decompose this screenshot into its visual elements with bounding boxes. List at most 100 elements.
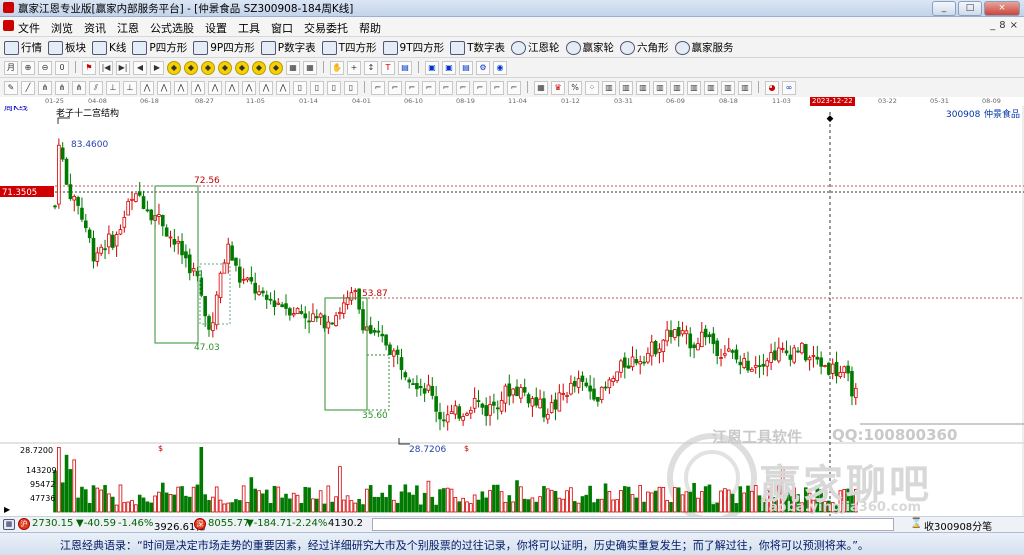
tools-icon[interactable]: ⚙ <box>476 61 490 75</box>
fan6-tool-icon[interactable]: ⋀ <box>225 81 239 95</box>
fan4-tool-icon[interactable]: ⋀ <box>191 81 205 95</box>
minimize-button[interactable]: _ <box>932 1 956 16</box>
candlestick-chart[interactable]: ◆ 周K线 老子十二宫结构 300908 仲景食品 83.4600 72.56 47.03 5… <box>0 106 1024 516</box>
box2-tool-icon[interactable]: ▯ <box>310 81 324 95</box>
bars3-tool-icon[interactable]: ▥ <box>636 81 650 95</box>
indicator-icon[interactable]: 0 <box>55 61 69 75</box>
fan7-tool-icon[interactable]: ⋀ <box>242 81 256 95</box>
bracket3-tool-icon[interactable]: ⌐ <box>405 81 419 95</box>
bars2-tool-icon[interactable]: ▥ <box>619 81 633 95</box>
diamond6-icon[interactable]: ◆ <box>252 61 266 75</box>
first-icon[interactable]: |◀ <box>99 61 113 75</box>
last-icon[interactable]: ▶| <box>116 61 130 75</box>
toolbar-p-square-button[interactable]: P四方形 <box>132 40 187 55</box>
scroll-bar[interactable] <box>372 518 894 531</box>
text-icon[interactable]: T <box>381 61 395 75</box>
diamond1-icon[interactable]: ◆ <box>167 61 181 75</box>
zoom-out-icon[interactable]: ⊖ <box>38 61 52 75</box>
bracket-tool-icon[interactable]: ⌐ <box>371 81 385 95</box>
toolbar-blocks-button[interactable]: 板块 <box>48 40 86 55</box>
maximize-button[interactable]: □ <box>958 1 982 16</box>
toolbar-p-table-button[interactable]: P数字表 <box>260 40 316 55</box>
toolbar-grid-button[interactable]: 行情 <box>4 40 42 55</box>
camera-icon[interactable]: ◉ <box>493 61 507 75</box>
fan9-tool-icon[interactable]: ⋀ <box>276 81 290 95</box>
bracket8-tool-icon[interactable]: ⌐ <box>490 81 504 95</box>
infinity-tool-icon[interactable]: ∞ <box>782 81 796 95</box>
box3-tool-icon[interactable]: ▯ <box>327 81 341 95</box>
channel-tool-icon[interactable]: ⫽ <box>89 81 103 95</box>
hand-icon[interactable]: ✋ <box>330 61 344 75</box>
bars9-tool-icon[interactable]: ▥ <box>738 81 752 95</box>
fan8-tool-icon[interactable]: ⋀ <box>259 81 273 95</box>
fan3-tool-icon[interactable]: ⋀ <box>174 81 188 95</box>
calc-icon[interactable]: ▣ <box>425 61 439 75</box>
menu-item-6[interactable]: 工具 <box>238 20 260 36</box>
child-restore-button[interactable]: 8 <box>999 20 1005 31</box>
toolbar-t-table-button[interactable]: T数字表 <box>450 40 505 55</box>
fan-tool-icon[interactable]: ⋀ <box>140 81 154 95</box>
menu-item-8[interactable]: 交易委托 <box>304 20 348 36</box>
chart-icon[interactable]: ▤ <box>398 61 412 75</box>
bars-tool-icon[interactable]: ▥ <box>602 81 616 95</box>
right-icon[interactable]: ▶ <box>150 61 164 75</box>
diamond5-icon[interactable]: ◆ <box>235 61 249 75</box>
arrow-icon[interactable]: ↕ <box>364 61 378 75</box>
bracket4-tool-icon[interactable]: ⌐ <box>422 81 436 95</box>
bracket2-tool-icon[interactable]: ⌐ <box>388 81 402 95</box>
toolbar-winner-wheel-button[interactable]: 赢家轮 <box>565 40 614 55</box>
bracket6-tool-icon[interactable]: ⌐ <box>456 81 470 95</box>
child-minimize-button[interactable]: _ <box>990 20 995 31</box>
toolbar-9p-square-button[interactable]: 9P四方形 <box>193 40 255 55</box>
diamond2-icon[interactable]: ◆ <box>184 61 198 75</box>
box4-tool-icon[interactable]: ▯ <box>344 81 358 95</box>
fan2-tool-icon[interactable]: ⋀ <box>157 81 171 95</box>
comb2-tool-icon[interactable]: ⊥ <box>123 81 137 95</box>
grid-table2-icon[interactable]: ▦ <box>303 61 317 75</box>
toolbar-hexagon-button[interactable]: 六角形 <box>620 40 669 55</box>
table-tool-icon[interactable]: ▦ <box>534 81 548 95</box>
menu-item-5[interactable]: 设置 <box>205 20 227 36</box>
fork2-tool-icon[interactable]: ⋔ <box>55 81 69 95</box>
toolbar-dollar-button[interactable]: 赢家服务 <box>674 40 734 55</box>
toolbar-t-square-button[interactable]: T四方形 <box>321 40 377 55</box>
menu-item-4[interactable]: 公式选股 <box>150 20 194 36</box>
percent-tool-icon[interactable]: % <box>568 81 582 95</box>
bars7-tool-icon[interactable]: ▥ <box>704 81 718 95</box>
period-select-icon[interactable]: 月 <box>4 61 18 75</box>
pen-icon[interactable]: ✎ <box>4 81 18 95</box>
bracket5-tool-icon[interactable]: ⌐ <box>439 81 453 95</box>
diamond3-icon[interactable]: ◆ <box>201 61 215 75</box>
box-tool-icon[interactable]: ▯ <box>293 81 307 95</box>
left-icon[interactable]: ◀ <box>133 61 147 75</box>
comb-tool-icon[interactable]: ⊥ <box>106 81 120 95</box>
bars8-tool-icon[interactable]: ▥ <box>721 81 735 95</box>
toolbar-9t-square-button[interactable]: 9T四方形 <box>382 40 444 55</box>
menu-item-0[interactable]: 文件 <box>18 20 40 36</box>
tick-detail-label[interactable]: 收300908分笔 <box>924 518 992 533</box>
bars4-tool-icon[interactable]: ▥ <box>653 81 667 95</box>
menu-item-3[interactable]: 江恩 <box>117 20 139 36</box>
menu-item-2[interactable]: 资讯 <box>84 20 106 36</box>
menu-item-1[interactable]: 浏览 <box>51 20 73 36</box>
line-tool-icon[interactable]: ╱ <box>21 81 35 95</box>
flag-icon[interactable]: ⚑ <box>82 61 96 75</box>
toolbar-gann-wheel-button[interactable]: 江恩轮 <box>511 40 560 55</box>
fork-tool-icon[interactable]: ⋔ <box>38 81 52 95</box>
fork3-tool-icon[interactable]: ⋔ <box>72 81 86 95</box>
mark-tool-icon[interactable]: ♛ <box>551 81 565 95</box>
zoom-in-icon[interactable]: ⊕ <box>21 61 35 75</box>
bracket7-tool-icon[interactable]: ⌐ <box>473 81 487 95</box>
menu-item-7[interactable]: 窗口 <box>271 20 293 36</box>
print-icon[interactable]: ▤ <box>459 61 473 75</box>
grid-table-icon[interactable]: ▦ <box>286 61 300 75</box>
save-icon[interactable]: ▣ <box>442 61 456 75</box>
bars5-tool-icon[interactable]: ▥ <box>670 81 684 95</box>
cross-icon[interactable]: + <box>347 61 361 75</box>
dots-tool-icon[interactable]: ⁘ <box>585 81 599 95</box>
bracket9-tool-icon[interactable]: ⌐ <box>507 81 521 95</box>
child-close-button[interactable]: × <box>1010 20 1018 31</box>
color-tool-icon[interactable]: ◕ <box>765 81 779 95</box>
toolbar-kline-button[interactable]: K线 <box>92 40 126 55</box>
diamond4-icon[interactable]: ◆ <box>218 61 232 75</box>
